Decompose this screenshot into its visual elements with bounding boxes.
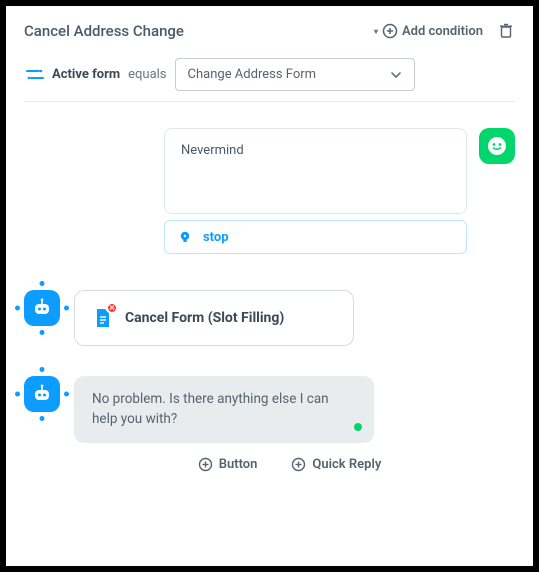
- bot-reply-text: No problem. Is there anything else I can…: [92, 391, 329, 427]
- condition-operator: equals: [128, 67, 166, 82]
- bot-avatar: [24, 376, 60, 412]
- action-label: Cancel Form (Slot Filling): [125, 310, 284, 326]
- button-label: Button: [219, 457, 258, 472]
- handle-bottom[interactable]: [40, 416, 45, 421]
- lightbulb-icon: [177, 229, 193, 245]
- chevron-down-icon: [390, 69, 402, 81]
- add-quick-reply-action[interactable]: Quick Reply: [291, 457, 381, 472]
- dialog-editor-panel: Cancel Address Change ▾ Add condition: [6, 6, 533, 566]
- bot-reply-bubble[interactable]: No problem. Is there anything else I can…: [74, 376, 374, 443]
- handle-right[interactable]: [64, 392, 69, 397]
- intent-label: stop: [203, 230, 229, 245]
- footer-actions: Button Quick Reply: [24, 457, 515, 472]
- filter-icon: [26, 68, 44, 82]
- messages-area: Nevermind stop: [24, 128, 515, 472]
- plus-circle-icon: [291, 457, 306, 472]
- condition-row: Active form equals Change Address Form: [24, 58, 515, 91]
- user-message-text: Nevermind: [181, 143, 244, 158]
- handle-left[interactable]: [15, 306, 20, 311]
- robot-icon: [30, 296, 54, 320]
- delete-button[interactable]: [497, 22, 515, 40]
- handle-top[interactable]: [40, 367, 45, 372]
- handle-top[interactable]: [40, 281, 45, 286]
- plus-circle-icon: [198, 457, 213, 472]
- bot-avatar-wrap: [24, 290, 60, 326]
- user-message-row: Nevermind: [24, 128, 515, 214]
- bot-reply-row: No problem. Is there anything else I can…: [24, 376, 515, 443]
- add-condition-label: Add condition: [402, 24, 483, 39]
- caret-down-icon: ▾: [374, 27, 378, 36]
- action-card[interactable]: Cancel Form (Slot Filling): [74, 290, 354, 346]
- handle-left[interactable]: [15, 392, 20, 397]
- condition-value-label: Change Address Form: [188, 67, 317, 82]
- add-condition-button[interactable]: ▾ Add condition: [374, 23, 483, 39]
- header: Cancel Address Change ▾ Add condition: [24, 22, 515, 40]
- condition-value-select[interactable]: Change Address Form: [175, 58, 415, 91]
- dialog-title: Cancel Address Change: [24, 22, 184, 40]
- user-face-icon: [486, 135, 508, 157]
- robot-icon: [30, 382, 54, 406]
- status-dot: [354, 423, 362, 431]
- add-button-action[interactable]: Button: [198, 457, 258, 472]
- cancel-badge-icon: [106, 302, 118, 314]
- header-actions: ▾ Add condition: [374, 22, 515, 40]
- quick-reply-label: Quick Reply: [312, 457, 381, 472]
- divider: [24, 101, 515, 102]
- bot-action-row: Cancel Form (Slot Filling): [24, 290, 515, 346]
- doc-icon-wrap: [93, 307, 113, 329]
- handle-right[interactable]: [64, 306, 69, 311]
- plus-circle-icon: [382, 23, 398, 39]
- trash-icon: [497, 22, 515, 40]
- handle-bottom[interactable]: [40, 330, 45, 335]
- intent-card[interactable]: stop: [164, 220, 467, 254]
- user-avatar: [479, 128, 515, 164]
- bot-avatar: [24, 290, 60, 326]
- condition-field: Active form: [52, 67, 120, 82]
- bot-avatar-wrap: [24, 376, 60, 412]
- user-message-bubble[interactable]: Nevermind: [164, 128, 467, 214]
